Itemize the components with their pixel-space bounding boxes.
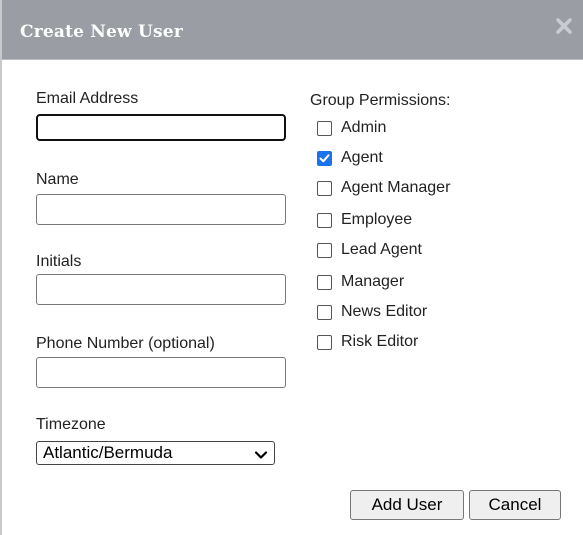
name-field[interactable] [36, 194, 286, 225]
checkbox[interactable] [317, 242, 332, 258]
timezone-label: Timezone [36, 416, 106, 433]
timezone-select[interactable]: Atlantic/Bermuda [36, 441, 275, 465]
checkbox[interactable] [317, 334, 332, 350]
checkbox[interactable] [317, 212, 332, 228]
permission-label: Lead Agent [341, 241, 422, 258]
permission-label: Agent [341, 149, 383, 166]
initials-label: Initials [36, 253, 82, 270]
phone-field[interactable] [36, 357, 286, 388]
permission-agent[interactable]: Agent [317, 148, 383, 168]
permission-label: Manager [341, 273, 405, 290]
dialog-titlebar[interactable]: Create New User [2, 0, 583, 60]
checkbox[interactable] [317, 274, 332, 290]
add-user-button[interactable]: Add User [350, 490, 464, 520]
checkbox[interactable] [317, 180, 332, 196]
permission-manager[interactable]: Manager [317, 272, 404, 292]
checkbox[interactable] [317, 120, 332, 136]
chevron-down-icon [254, 446, 268, 468]
checkbox[interactable] [317, 304, 332, 320]
create-user-dialog: Create New User Email Address Name Initi… [0, 0, 583, 535]
checkmark-icon [319, 153, 330, 162]
initials-field[interactable] [36, 274, 286, 305]
phone-label: Phone Number (optional) [36, 335, 215, 352]
group-permissions-label: Group Permissions: [310, 92, 451, 109]
email-field[interactable] [36, 114, 286, 141]
email-label: Email Address [36, 90, 139, 107]
dialog-title: Create New User [20, 22, 183, 42]
timezone-selected-value: Atlantic/Bermuda [43, 443, 173, 462]
permission-label: Risk Editor [341, 333, 419, 350]
permission-agent-manager[interactable]: Agent Manager [317, 178, 450, 198]
permission-risk-editor[interactable]: Risk Editor [317, 332, 418, 352]
permission-label: News Editor [341, 303, 428, 320]
permission-label: Admin [341, 119, 387, 136]
name-label: Name [36, 171, 79, 188]
cancel-button[interactable]: Cancel [469, 490, 561, 520]
permission-admin[interactable]: Admin [317, 118, 386, 138]
permission-employee[interactable]: Employee [317, 210, 412, 230]
permission-label: Agent Manager [341, 179, 451, 196]
close-icon[interactable] [554, 16, 574, 36]
checkbox-checked[interactable] [317, 150, 332, 166]
permission-label: Employee [341, 211, 413, 228]
permission-news-editor[interactable]: News Editor [317, 302, 427, 322]
permission-lead-agent[interactable]: Lead Agent [317, 240, 422, 260]
